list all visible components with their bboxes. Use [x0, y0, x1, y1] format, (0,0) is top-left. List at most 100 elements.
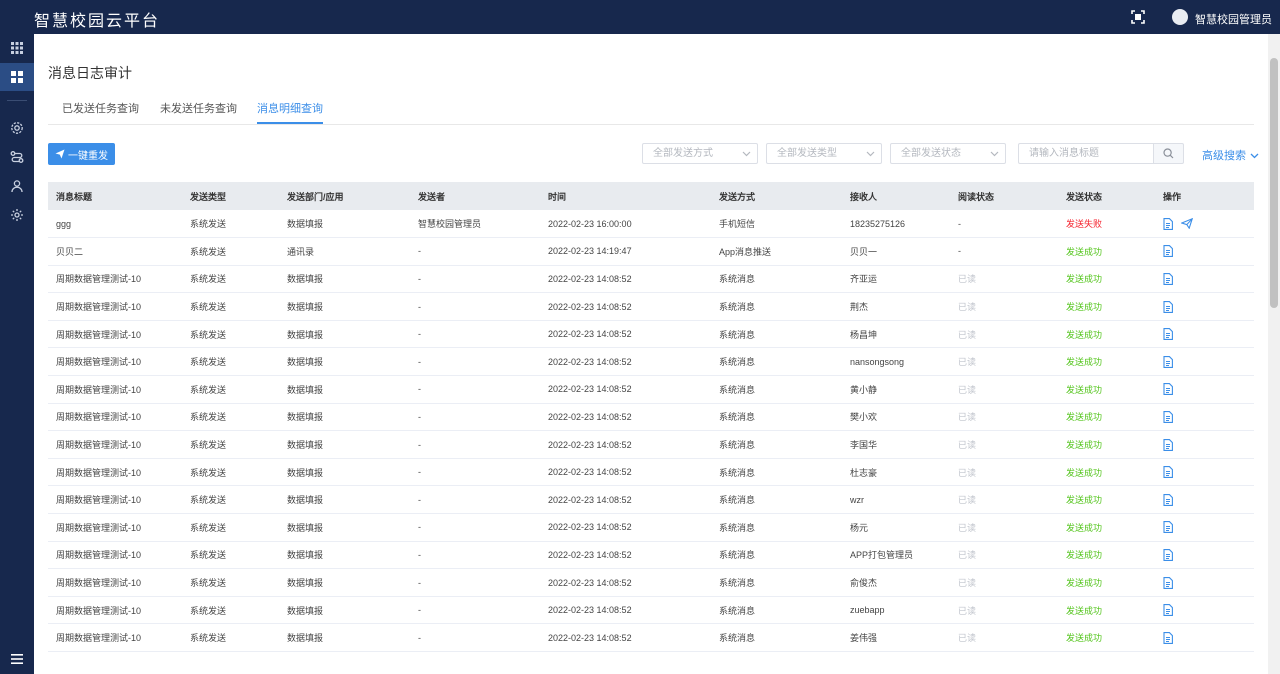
view-detail-icon[interactable] — [1163, 493, 1173, 506]
tab-bar: 已发送任务查询 未发送任务查询 消息明细查询 — [48, 100, 1254, 125]
view-detail-icon[interactable] — [1163, 355, 1173, 368]
cell-type: 系统发送 — [190, 357, 227, 368]
fullscreen-icon[interactable] — [1130, 9, 1146, 25]
tab-message-details[interactable]: 消息明细查询 — [257, 100, 323, 124]
cell-actions — [1155, 265, 1254, 293]
cell-read-status: 已读 — [958, 605, 977, 616]
view-detail-icon[interactable] — [1163, 300, 1173, 313]
view-detail-icon[interactable] — [1163, 273, 1173, 285]
view-detail-icon[interactable] — [1163, 576, 1173, 589]
chevron-down-icon — [866, 151, 875, 157]
col-header-read-status: 阅读状态 — [958, 191, 995, 202]
cell-read-status: 已读 — [958, 302, 977, 313]
resend-all-button[interactable]: 一键重发 — [48, 143, 115, 165]
cell-title: 贝贝二 — [56, 246, 84, 257]
cell-method: 系统消息 — [719, 274, 756, 285]
view-detail-icon[interactable] — [1163, 604, 1173, 617]
scrollbar-thumb[interactable] — [1270, 58, 1278, 308]
dashboard-icon[interactable] — [0, 63, 34, 91]
cell-title: 周期数据管理测试-10 — [56, 550, 142, 561]
cell-read-status: 已读 — [958, 633, 977, 644]
cell-send-status: 发送成功 — [1066, 605, 1103, 616]
grid-icon[interactable] — [0, 34, 34, 62]
cell-receiver: 18235275126 — [850, 218, 906, 229]
cell-actions — [1155, 293, 1254, 321]
cell-dept: 数据填报 — [287, 412, 324, 423]
cell-send-status: 发送成功 — [1066, 440, 1103, 451]
table-row: 贝贝二 系统发送 通讯录 - 2022-02-23 14:19:47 App消息推送 贝贝一… — [48, 238, 1254, 266]
cell-receiver: 姜伟强 — [850, 633, 878, 644]
cell-receiver: 樊小欢 — [850, 412, 878, 423]
cell-actions — [1155, 210, 1254, 238]
cell-title: 周期数据管理测试-10 — [56, 357, 142, 368]
cell-time: 2022-02-23 14:08:52 — [548, 549, 632, 560]
cell-type: 系统发送 — [190, 384, 227, 395]
cell-time: 2022-02-23 14:08:52 — [548, 605, 632, 616]
cell-actions — [1155, 541, 1254, 569]
send-status-select[interactable]: 全部发送状态 — [890, 143, 1006, 164]
view-detail-icon[interactable] — [1163, 631, 1173, 644]
table-row: 周期数据管理测试-10 系统发送 数据填报 - 2022-02-23 14:08:52 系… — [48, 348, 1254, 376]
cell-dept: 数据填报 — [287, 605, 324, 616]
cell-title: 周期数据管理测试-10 — [56, 605, 142, 616]
cell-dept: 数据填报 — [287, 467, 324, 478]
view-detail-icon[interactable] — [1163, 548, 1173, 561]
resend-icon[interactable] — [1181, 218, 1193, 230]
search-input[interactable] — [1018, 143, 1153, 164]
cell-method: 系统消息 — [719, 495, 756, 506]
send-type-select[interactable]: 全部发送类型 — [766, 143, 882, 164]
cell-type: 系统发送 — [190, 633, 227, 644]
cell-time: 2022-02-23 14:08:52 — [548, 301, 632, 312]
view-detail-icon[interactable] — [1163, 521, 1173, 534]
view-detail-icon[interactable] — [1163, 411, 1173, 423]
cell-time: 2022-02-23 16:00:00 — [548, 218, 632, 229]
cell-send-status: 发送成功 — [1066, 274, 1103, 285]
send-method-select[interactable]: 全部发送方式 — [642, 143, 758, 164]
cell-sender: - — [418, 577, 421, 588]
cell-send-status: 发送成功 — [1066, 357, 1103, 368]
cell-dept: 数据填报 — [287, 274, 324, 285]
view-detail-icon[interactable] — [1163, 466, 1173, 479]
advanced-search-link[interactable]: 高级搜索 — [1202, 147, 1259, 163]
cell-sender: - — [418, 632, 421, 643]
menu-icon[interactable] — [0, 645, 34, 673]
cell-time: 2022-02-23 14:08:52 — [548, 494, 632, 505]
cell-dept: 数据填报 — [287, 495, 324, 506]
avatar[interactable] — [1172, 9, 1188, 25]
cell-read-status: 已读 — [958, 357, 977, 368]
cell-time: 2022-02-23 14:08:52 — [548, 384, 632, 395]
col-header-receiver: 接收人 — [850, 191, 878, 202]
cell-receiver: 齐亚运 — [850, 274, 878, 285]
user-name[interactable]: 智慧校园管理员 — [1195, 11, 1272, 27]
cell-send-status: 发送成功 — [1066, 329, 1103, 340]
users-icon[interactable] — [0, 172, 34, 200]
cell-read-status: 已读 — [958, 495, 977, 506]
cell-dept: 数据填报 — [287, 440, 324, 451]
tab-unsent-tasks[interactable]: 未发送任务查询 — [160, 100, 237, 124]
gear-icon[interactable] — [0, 201, 34, 229]
cell-type: 系统发送 — [190, 522, 227, 533]
view-detail-icon[interactable] — [1163, 383, 1173, 396]
cell-sender: - — [418, 246, 421, 257]
cell-time: 2022-02-23 14:08:52 — [548, 577, 632, 588]
cell-type: 系统发送 — [190, 550, 227, 561]
cell-actions — [1155, 486, 1254, 514]
cell-actions — [1155, 376, 1254, 404]
view-detail-icon[interactable] — [1163, 328, 1173, 341]
view-detail-icon[interactable] — [1163, 217, 1173, 230]
flow-icon[interactable] — [0, 143, 34, 171]
chevron-down-icon — [742, 151, 751, 157]
view-detail-icon[interactable] — [1163, 245, 1173, 258]
scrollbar[interactable] — [1268, 34, 1280, 674]
cell-sender: - — [418, 329, 421, 340]
cell-actions — [1155, 458, 1254, 486]
view-detail-icon[interactable] — [1163, 438, 1173, 451]
cell-type: 系统发送 — [190, 578, 227, 589]
page-title: 消息日志审计 — [48, 65, 132, 81]
settings-cog-icon[interactable] — [0, 114, 34, 142]
tab-sent-tasks[interactable]: 已发送任务查询 — [62, 100, 139, 124]
advanced-search-label: 高级搜索 — [1202, 150, 1246, 162]
search-button[interactable] — [1153, 143, 1184, 164]
search-icon — [1163, 148, 1174, 159]
cell-receiver: nansongsong — [850, 356, 905, 367]
